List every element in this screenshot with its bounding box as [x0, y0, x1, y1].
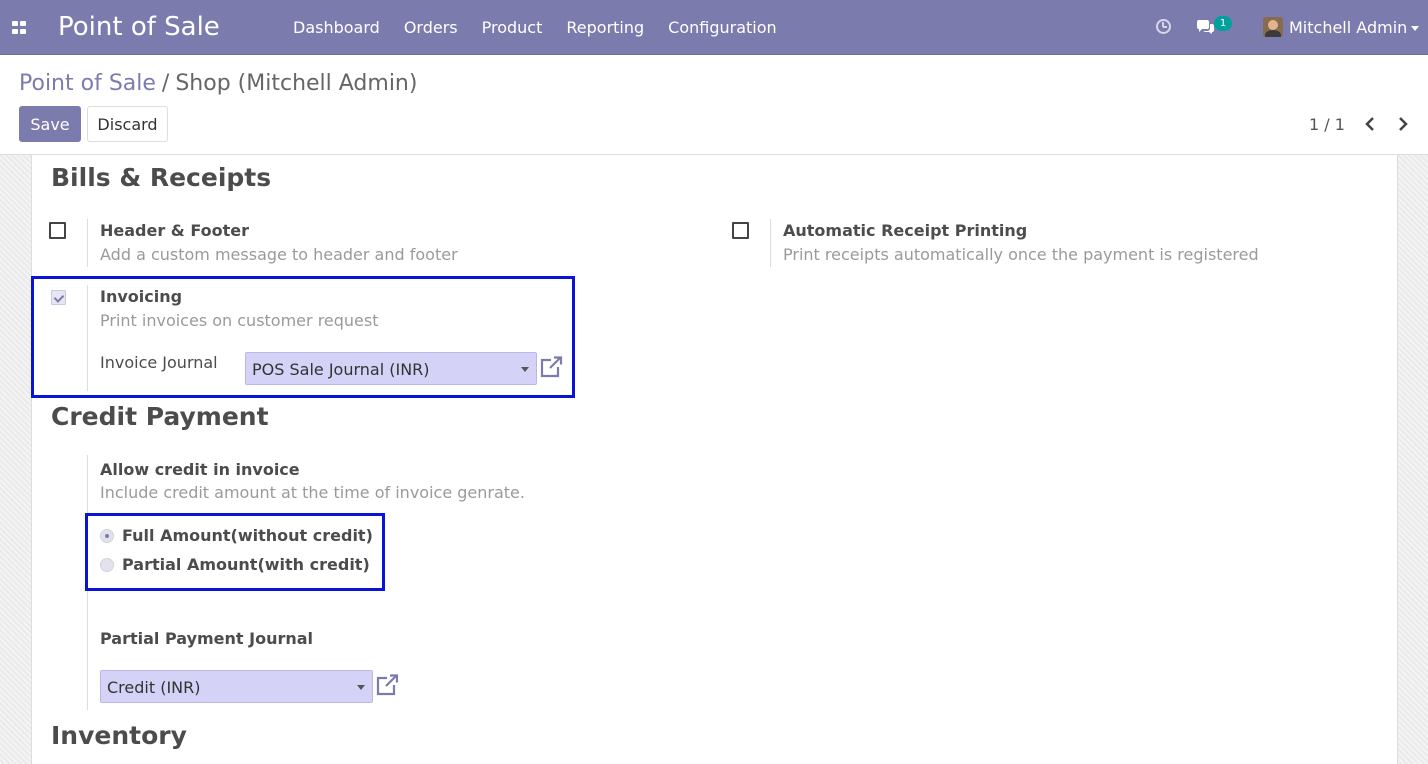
top-navbar: Point of Sale Dashboard Orders Product R… — [0, 0, 1428, 55]
automatic-receipt-help: Print receipts automatically once the pa… — [783, 245, 1259, 264]
caret-down-icon — [521, 367, 529, 372]
save-button[interactable]: Save — [19, 106, 81, 142]
invoice-journal-label: Invoice Journal — [100, 353, 218, 372]
invoicing-title: Invoicing — [100, 287, 183, 306]
user-name[interactable]: Mitchell Admin — [1289, 18, 1407, 37]
partial-amount-radio[interactable] — [100, 558, 114, 572]
divider — [87, 285, 88, 391]
partial-journal-title: Partial Payment Journal — [100, 629, 314, 648]
chevron-left-icon[interactable] — [1363, 116, 1377, 132]
main-menu: Dashboard Orders Product Reporting Confi… — [293, 18, 801, 37]
caret-down-icon — [357, 685, 365, 690]
breadcrumb-root[interactable]: Point of Sale — [19, 71, 156, 96]
divider — [87, 219, 88, 267]
partial-amount-label[interactable]: Partial Amount(with credit) — [122, 555, 370, 574]
menu-dashboard[interactable]: Dashboard — [293, 18, 380, 37]
messages-badge: 1 — [1214, 16, 1232, 31]
header-footer-checkbox[interactable] — [49, 222, 66, 239]
menu-orders[interactable]: Orders — [404, 18, 458, 37]
apps-grid-icon[interactable] — [12, 21, 26, 34]
section-title-credit-payment: Credit Payment — [51, 402, 269, 431]
external-link-icon[interactable] — [539, 356, 563, 378]
chevron-right-icon[interactable] — [1396, 116, 1410, 132]
breadcrumb-separator: / — [161, 71, 170, 96]
section-title-bills-receipts: Bills & Receipts — [51, 163, 272, 192]
invoice-journal-value: POS Sale Journal (INR) — [252, 360, 430, 379]
full-amount-label[interactable]: Full Amount(without credit) — [122, 526, 373, 545]
breadcrumb: Point of Sale / Shop (Mitchell Admin) — [19, 71, 417, 96]
menu-reporting[interactable]: Reporting — [566, 18, 644, 37]
automatic-receipt-title: Automatic Receipt Printing — [783, 221, 1028, 240]
control-panel: Point of Sale / Shop (Mitchell Admin) Save… — [0, 55, 1428, 155]
partial-journal-select[interactable]: Credit (INR) — [100, 670, 373, 703]
chat-icon[interactable] — [1196, 20, 1214, 35]
partial-journal-value: Credit (INR) — [107, 678, 201, 697]
form-sheet: Bills & Receipts Header & Footer Add a c… — [31, 155, 1398, 764]
external-link-icon[interactable] — [375, 674, 399, 696]
avatar[interactable] — [1263, 17, 1283, 37]
allow-credit-help: Include credit amount at the time of inv… — [100, 483, 525, 502]
discard-button[interactable]: Discard — [87, 106, 168, 142]
automatic-receipt-checkbox[interactable] — [732, 222, 749, 239]
caret-down-icon[interactable] — [1411, 26, 1419, 31]
pager-value[interactable]: 1 / 1 — [1309, 115, 1345, 134]
breadcrumb-current: Shop (Mitchell Admin) — [175, 71, 418, 96]
allow-credit-title: Allow credit in invoice — [100, 460, 300, 479]
header-footer-help: Add a custom message to header and foote… — [100, 245, 458, 264]
clock-icon[interactable] — [1156, 19, 1171, 34]
section-title-inventory: Inventory — [51, 721, 187, 750]
menu-configuration[interactable]: Configuration — [668, 18, 777, 37]
divider — [770, 219, 771, 267]
invoice-journal-select[interactable]: POS Sale Journal (INR) — [245, 352, 537, 385]
app-title: Point of Sale — [58, 12, 220, 42]
invoicing-checkbox[interactable] — [51, 290, 66, 305]
full-amount-radio[interactable] — [100, 529, 114, 543]
divider — [87, 455, 88, 710]
menu-product[interactable]: Product — [482, 18, 543, 37]
invoicing-help: Print invoices on customer request — [100, 311, 379, 330]
header-footer-title: Header & Footer — [100, 221, 249, 240]
